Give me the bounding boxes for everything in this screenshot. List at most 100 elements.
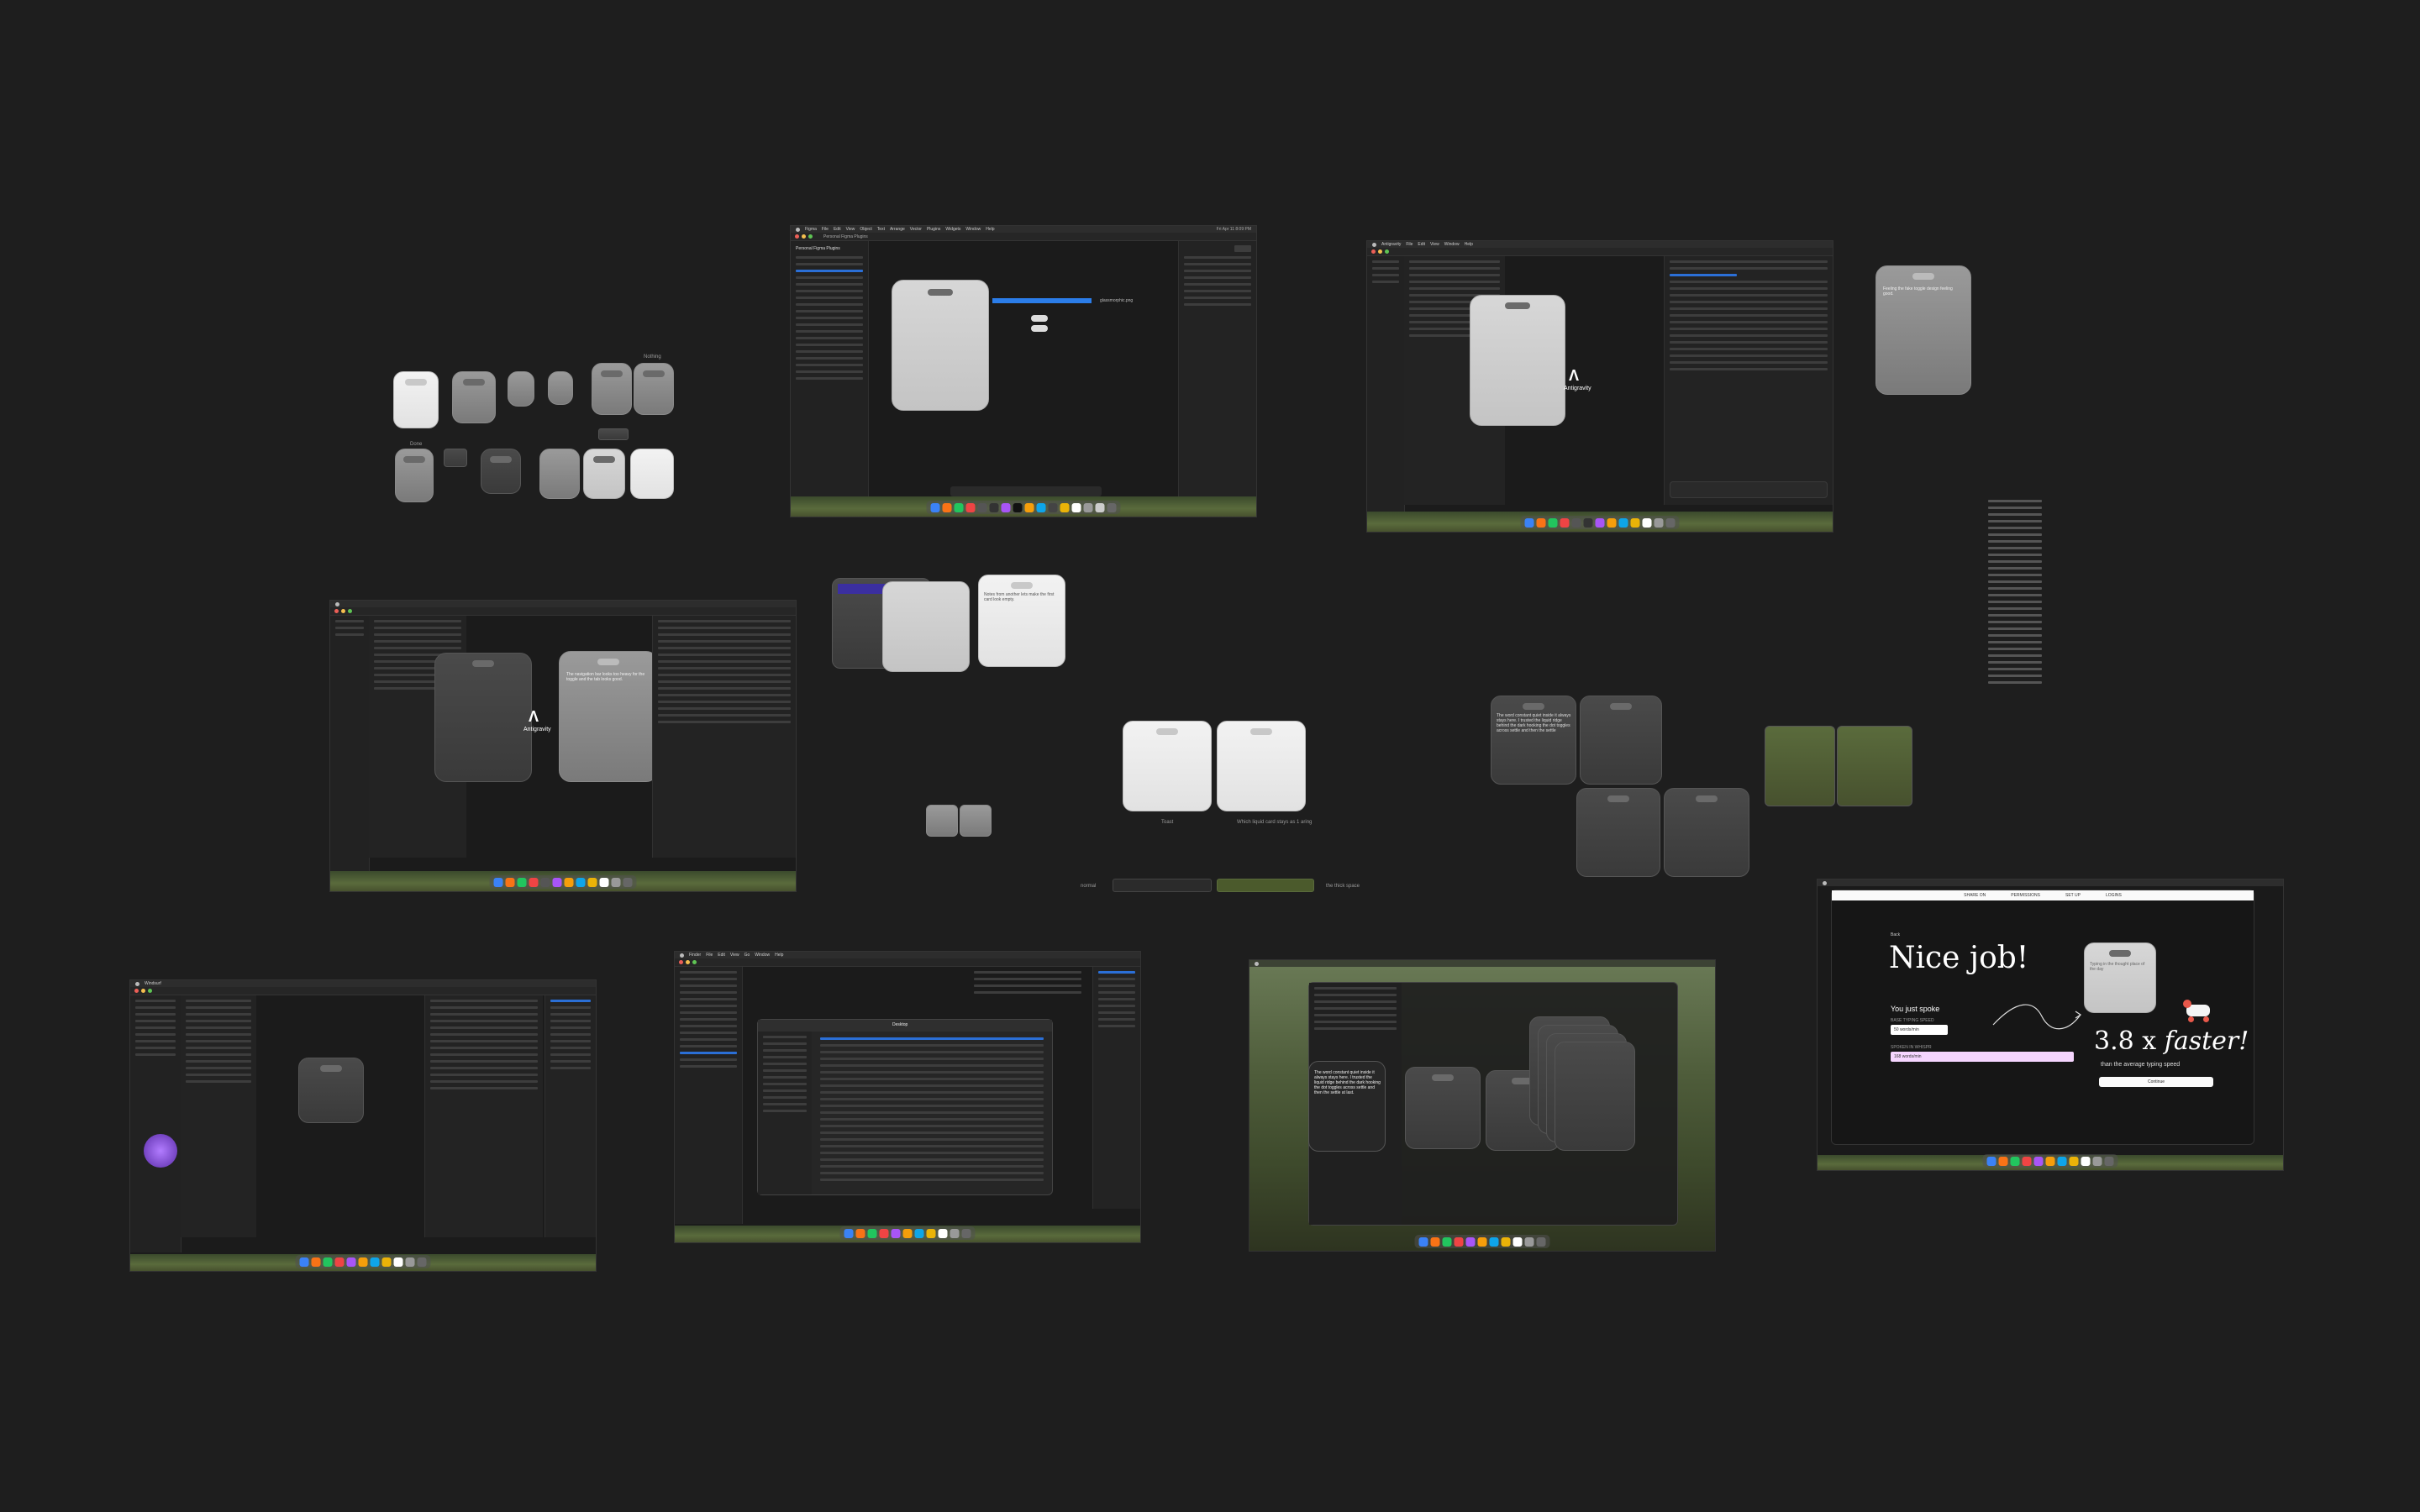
card-grey-5: [539, 449, 580, 499]
floating-text: The word constant quiet inside it always…: [1314, 1070, 1381, 1095]
floating-text-card[interactable]: The word constant quiet inside it always…: [1308, 1061, 1386, 1152]
whispr-card[interactable]: Typing in the thought place of the day: [2084, 942, 2156, 1013]
right-card-text-body: The word constant quiet inside it always…: [1497, 713, 1571, 733]
menu-edit[interactable]: Edit: [718, 953, 725, 958]
apple-icon: [796, 227, 800, 232]
brand-text: Antigravity: [523, 727, 551, 732]
finder-title: Desktop: [892, 1022, 908, 1027]
menu-edit[interactable]: Edit: [1418, 242, 1425, 247]
menu-text[interactable]: Text: [877, 227, 885, 232]
close-button[interactable]: [795, 234, 799, 239]
floating-card-right[interactable]: Feeling the fake toggle design feeling g…: [1876, 265, 1971, 395]
callout-text: glassmorphic.png: [1100, 298, 1134, 303]
dock: [1982, 1154, 2118, 1168]
layers-panel: Personal Figma Plugins: [791, 241, 869, 498]
menu-help[interactable]: Help: [1465, 242, 1473, 247]
right-card-text[interactable]: The word constant quiet inside it always…: [1491, 696, 1576, 785]
canvas-card[interactable]: [892, 280, 989, 411]
finder-sidebar: [758, 1032, 812, 1194]
menu-widgets[interactable]: Widgets: [945, 227, 960, 232]
menu-finder[interactable]: Finder: [689, 953, 701, 958]
field1-box: 50 words/min: [1891, 1025, 1948, 1035]
card-dark-chip: [444, 449, 467, 467]
bar-left-label: normal: [1081, 884, 1097, 889]
multiplier-word: faster!: [2164, 1026, 2249, 1056]
menu-plugins[interactable]: Plugins: [927, 227, 940, 232]
chat-input[interactable]: [1670, 481, 1828, 498]
minimize-button[interactable]: [802, 234, 806, 239]
menu-clock: Fri Apr 11 8:09 PM: [1216, 227, 1251, 232]
menu-vector[interactable]: Vector: [910, 227, 922, 232]
bar-right-label: the thick space: [1326, 884, 1360, 889]
back-link[interactable]: Back: [1891, 932, 1900, 937]
explorer-panel: [330, 616, 370, 873]
preview-card-dark[interactable]: [434, 653, 532, 782]
right-card-1: [1580, 696, 1662, 785]
liquid-label: Which liquid card stays as 1 aring: [1237, 820, 1313, 825]
center-card-light: [882, 581, 970, 672]
center-card-toast[interactable]: [1123, 721, 1212, 811]
explorer-panel: [1367, 256, 1405, 513]
card-dark-bar: [598, 428, 629, 440]
card-light-7: [630, 449, 674, 499]
antigravity-logo-icon: Λ: [1569, 367, 1580, 384]
menu-view[interactable]: View: [846, 227, 855, 232]
menu-arrange[interactable]: Arrange: [890, 227, 905, 232]
left-sidebar: [130, 995, 182, 1252]
menu-edit[interactable]: Edit: [834, 227, 841, 232]
blue-bar: [992, 298, 1092, 303]
menu-help[interactable]: Help: [986, 227, 994, 232]
toggle-icon-2[interactable]: [1031, 325, 1048, 332]
center-card-note[interactable]: Notes from another lets make the first c…: [978, 575, 1065, 667]
right-card-green-1: [1765, 726, 1835, 806]
preview-card[interactable]: [298, 1058, 364, 1123]
nav-logins[interactable]: LOGINS: [2106, 893, 2122, 898]
multiplier: 3.8 x faster!: [2094, 1026, 2249, 1056]
menu-file[interactable]: File: [706, 953, 713, 958]
menu-window[interactable]: Window: [1444, 242, 1460, 247]
overlay-card[interactable]: The navigation bar looks too heavy for t…: [559, 651, 658, 782]
menu-view[interactable]: View: [730, 953, 739, 958]
continue-button[interactable]: Continue: [2099, 1077, 2213, 1087]
menu-window[interactable]: Window: [965, 227, 981, 232]
right-card-2: [1576, 788, 1660, 877]
center-card-liquid[interactable]: [1217, 721, 1306, 811]
menu-object[interactable]: Object: [860, 227, 871, 232]
menu-bar: Antigravity File Edit View Window Help: [1367, 241, 1833, 248]
note-text: Notes from another lets make the first c…: [984, 592, 1055, 602]
menu-help[interactable]: Help: [775, 953, 783, 958]
card-grey-small: [508, 371, 534, 407]
menu-file[interactable]: File: [1406, 242, 1413, 247]
figma-screenshot: Figma File Edit View Object Text Arrange…: [790, 225, 1257, 517]
nav-setup[interactable]: SET UP: [2065, 893, 2081, 898]
nav-permissions[interactable]: PERMISSIONS: [2011, 893, 2040, 898]
card-grey: [452, 371, 496, 423]
card-dark-4: [481, 449, 521, 494]
nav-share[interactable]: SHARE ON: [1964, 893, 1986, 898]
side-text-column: [1983, 496, 2047, 739]
toggle-icon[interactable]: [1031, 315, 1048, 322]
menu-go[interactable]: Go: [744, 953, 750, 958]
zoom-button[interactable]: [808, 234, 813, 239]
right-card-green-2: [1837, 726, 1912, 806]
right-rail: [1092, 967, 1140, 1209]
menu-app[interactable]: Windsurf: [145, 981, 161, 986]
card-grey-tall-2: [634, 363, 674, 415]
landscape-screenshot: The word constant quiet inside it always…: [1249, 959, 1716, 1252]
preview-card[interactable]: [1470, 295, 1565, 426]
menu-app[interactable]: Figma: [805, 227, 817, 232]
nice-job-screenshot: SHARE ON PERMISSIONS SET UP LOGINS Back …: [1817, 879, 2284, 1171]
field1-label: BASE TYPING SPEED: [1891, 1018, 1934, 1023]
dock: [1414, 1235, 1550, 1248]
menu-app[interactable]: Antigravity: [1381, 242, 1401, 247]
menu-file[interactable]: File: [822, 227, 829, 232]
card-light-6: [583, 449, 625, 499]
agent-chat-panel: [1664, 256, 1833, 505]
dock: [295, 1255, 431, 1268]
card-white: [393, 371, 439, 428]
stacked-card-4: [1555, 1042, 1635, 1151]
menu-view[interactable]: View: [1430, 242, 1439, 247]
tab-title[interactable]: Personal Figma Plugins: [823, 234, 868, 239]
menu-window[interactable]: Window: [755, 953, 770, 958]
right-card-3: [1664, 788, 1749, 877]
